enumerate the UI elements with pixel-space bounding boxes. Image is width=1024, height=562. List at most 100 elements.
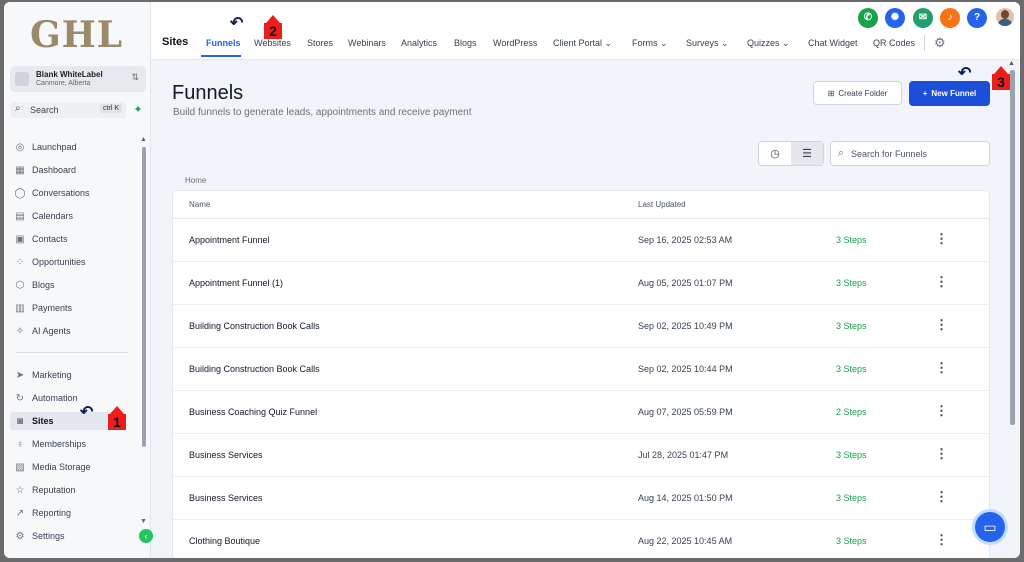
page-subtitle: Build funnels to generate leads, appoint… bbox=[173, 107, 472, 118]
tab-wordpress[interactable]: WordPress bbox=[493, 38, 537, 48]
more-options-icon[interactable]: ⋮ bbox=[935, 403, 948, 419]
contacts-icon: ▣ bbox=[15, 233, 25, 245]
sidebar-item-settings[interactable]: ⚙ Settings bbox=[14, 527, 136, 545]
sidebar-item-media-storage[interactable]: ▨ Media Storage bbox=[14, 458, 136, 476]
sidebar-item-calendars[interactable]: ▤ Calendars bbox=[14, 207, 136, 225]
cube-icon: ⬡ bbox=[15, 279, 25, 291]
sidebar-item-dashboard[interactable]: ▦ Dashboard bbox=[14, 161, 136, 179]
new-funnel-button[interactable]: + New Funnel bbox=[909, 81, 990, 106]
create-folder-button[interactable]: ⊞ Create Folder bbox=[813, 81, 902, 105]
megaphone-icon[interactable]: ✉ bbox=[913, 8, 933, 28]
create-folder-label: Create Folder bbox=[838, 88, 888, 98]
plus-icon: + bbox=[922, 89, 928, 98]
tab-client-portal[interactable]: Client Portal ⌄ bbox=[553, 38, 612, 49]
tab-quizzes[interactable]: Quizzes ⌄ bbox=[747, 38, 790, 49]
sidebar-item-ai-agents[interactable]: ✧ AI Agents bbox=[14, 322, 136, 340]
search-shortcut: ctrl K bbox=[100, 104, 122, 113]
table-row[interactable]: Building Construction Book Calls Sep 02, … bbox=[173, 305, 989, 348]
sidebar-item-launchpad[interactable]: ◎ Launchpad bbox=[14, 138, 136, 156]
sidebar-item-marketing[interactable]: ➤ Marketing bbox=[14, 366, 136, 384]
column-name[interactable]: Name bbox=[189, 200, 210, 209]
scroll-up-icon[interactable]: ▲ bbox=[140, 136, 147, 143]
gear-icon[interactable]: ⚙ bbox=[934, 35, 946, 51]
tab-forms[interactable]: Forms ⌄ bbox=[632, 38, 668, 49]
sidebar-item-payments[interactable]: ▥ Payments bbox=[14, 299, 136, 317]
table-row[interactable]: Appointment Funnel Sep 16, 2025 02:53 AM 3… bbox=[173, 219, 989, 262]
ai-assistant-icon[interactable]: ✺ bbox=[885, 8, 905, 28]
more-options-icon[interactable]: ⋮ bbox=[935, 317, 948, 333]
main-scrollbar[interactable] bbox=[1010, 70, 1015, 425]
send-icon: ➤ bbox=[15, 369, 25, 381]
account-switcher[interactable]: Blank WhiteLabel Canmore, Alberta ⇅ bbox=[10, 66, 146, 92]
more-options-icon[interactable]: ⋮ bbox=[935, 489, 948, 505]
sidebar-item-contacts[interactable]: ▣ Contacts bbox=[14, 230, 136, 248]
tab-webinars[interactable]: Webinars bbox=[348, 38, 386, 48]
sidebar-item-label: Launchpad bbox=[32, 142, 77, 152]
funnel-name[interactable]: Building Construction Book Calls bbox=[189, 364, 320, 374]
column-last-updated[interactable]: Last Updated bbox=[638, 200, 686, 209]
funnel-name[interactable]: Business Services bbox=[189, 450, 263, 460]
sidebar-item-label: Marketing bbox=[32, 370, 72, 380]
sidebar-item-reporting[interactable]: ↗ Reporting bbox=[14, 504, 136, 522]
more-options-icon[interactable]: ⋮ bbox=[935, 532, 948, 548]
tab-blogs[interactable]: Blogs bbox=[454, 38, 477, 48]
table-row[interactable]: Business Services Aug 14, 2025 01:50 PM 3 … bbox=[173, 477, 989, 520]
breadcrumb[interactable]: Home bbox=[185, 176, 206, 185]
ai-sparkle-icon[interactable]: ✦ bbox=[131, 103, 145, 117]
table-row[interactable]: Business Services Jul 28, 2025 01:47 PM 3 … bbox=[173, 434, 989, 477]
sidebar-search[interactable]: ⌕ Search ctrl K bbox=[10, 102, 126, 118]
opportunities-icon: ⁘ bbox=[15, 256, 25, 268]
funnel-name[interactable]: Business Services bbox=[189, 493, 263, 503]
sidebar-item-memberships[interactable]: ♁ Memberships bbox=[14, 435, 136, 453]
receipt-icon: ▥ bbox=[15, 302, 25, 314]
list-view-icon[interactable]: ☰ bbox=[791, 142, 823, 165]
funnel-name[interactable]: Business Coaching Quiz Funnel bbox=[189, 407, 317, 417]
sidebar-item-reputation[interactable]: ☆ Reputation bbox=[14, 481, 136, 499]
globe-icon: ◙ bbox=[16, 415, 24, 427]
more-options-icon[interactable]: ⋮ bbox=[935, 446, 948, 462]
tab-label: Quizzes bbox=[747, 38, 780, 48]
clock-icon[interactable]: ◷ bbox=[759, 142, 791, 165]
sidebar-item-blogs[interactable]: ⬡ Blogs bbox=[14, 276, 136, 294]
funnel-name[interactable]: Building Construction Book Calls bbox=[189, 321, 320, 331]
sidebar-item-label: Sites bbox=[32, 416, 54, 426]
sidebar-item-opportunities[interactable]: ⁘ Opportunities bbox=[14, 253, 136, 271]
tab-websites[interactable]: Websites bbox=[254, 38, 291, 48]
phone-icon[interactable]: ✆ bbox=[858, 8, 878, 28]
sidebar-scrollbar[interactable] bbox=[142, 147, 146, 447]
table-row[interactable]: Business Coaching Quiz Funnel Aug 07, 202… bbox=[173, 391, 989, 434]
help-icon[interactable]: ? bbox=[967, 8, 987, 28]
sidebar-item-label: Conversations bbox=[32, 188, 90, 198]
sidebar-item-conversations[interactable]: ◯ Conversations bbox=[14, 184, 136, 202]
scroll-up-icon[interactable]: ▲ bbox=[1008, 60, 1015, 67]
tab-funnels[interactable]: Funnels bbox=[206, 38, 241, 48]
more-options-icon[interactable]: ⋮ bbox=[935, 360, 948, 376]
more-options-icon[interactable]: ⋮ bbox=[935, 231, 948, 247]
tab-qr-codes[interactable]: QR Codes bbox=[873, 38, 915, 48]
table-row[interactable]: Clothing Boutique Aug 22, 2025 10:45 AM 3 … bbox=[173, 520, 989, 558]
sidebar-item-sites[interactable]: ◙ Sites bbox=[10, 412, 120, 430]
funnel-steps: 3 Steps bbox=[836, 536, 867, 546]
funnel-name[interactable]: Appointment Funnel bbox=[189, 235, 270, 245]
chat-widget-button[interactable]: ▭ bbox=[975, 512, 1005, 542]
tab-surveys[interactable]: Surveys ⌄ bbox=[686, 38, 729, 49]
sidebar-item-automation[interactable]: ↻ Automation bbox=[14, 389, 136, 407]
chevron-down-icon: ⌄ bbox=[604, 38, 613, 48]
tab-stores[interactable]: Stores bbox=[307, 38, 333, 48]
tab-analytics[interactable]: Analytics bbox=[401, 38, 437, 48]
table-row[interactable]: Building Construction Book Calls Sep 02, … bbox=[173, 348, 989, 391]
tab-chat-widget[interactable]: Chat Widget bbox=[808, 38, 858, 48]
more-options-icon[interactable]: ⋮ bbox=[935, 274, 948, 290]
funnel-search-input[interactable] bbox=[851, 146, 985, 161]
chevron-updown-icon: ⇅ bbox=[131, 72, 139, 82]
funnel-name[interactable]: Clothing Boutique bbox=[189, 536, 260, 546]
funnel-last-updated: Jul 28, 2025 01:47 PM bbox=[638, 450, 729, 460]
rocket-icon: ◎ bbox=[15, 141, 25, 153]
tabs-separator bbox=[924, 35, 925, 51]
funnel-name[interactable]: Appointment Funnel (1) bbox=[189, 278, 283, 288]
user-avatar[interactable] bbox=[996, 8, 1014, 26]
scroll-down-icon[interactable]: ▼ bbox=[140, 518, 147, 525]
bell-icon[interactable]: ♪ bbox=[940, 8, 960, 28]
page-title: Funnels bbox=[172, 82, 244, 104]
table-row[interactable]: Appointment Funnel (1) Aug 05, 2025 01:07… bbox=[173, 262, 989, 305]
